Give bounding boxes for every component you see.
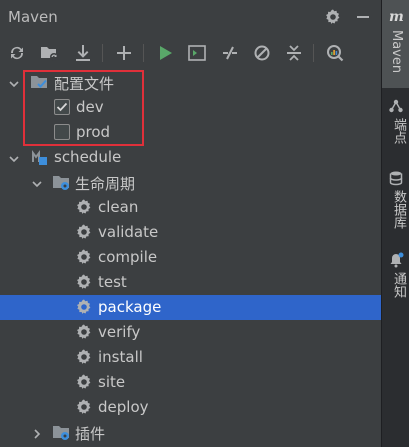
goal-label: clean bbox=[98, 198, 139, 216]
right-tool-window-bar: m Maven 端点 数据库 通知 bbox=[381, 0, 409, 447]
lifecycle-goal-site[interactable]: site bbox=[0, 370, 381, 395]
plugins-folder-icon bbox=[52, 423, 70, 441]
lifecycle-goal-deploy[interactable]: deploy bbox=[0, 395, 381, 420]
maven-panel: Maven 配置文件 dev prod schedule 生命周期 clean … bbox=[0, 0, 381, 447]
gear-icon bbox=[75, 223, 93, 241]
goal-label: validate bbox=[98, 223, 159, 241]
gear-icon[interactable] bbox=[324, 8, 342, 26]
lifecycle-goal-clean[interactable]: clean bbox=[0, 195, 381, 220]
gear-icon bbox=[75, 198, 93, 216]
skip-tests-icon[interactable] bbox=[251, 42, 273, 64]
panel-title: Maven bbox=[8, 8, 58, 26]
execute-goal-icon[interactable] bbox=[186, 42, 208, 64]
svg-text:m: m bbox=[389, 9, 404, 24]
lifecycle-goal-install[interactable]: install bbox=[0, 345, 381, 370]
tool-window-endpoints[interactable]: 端点 bbox=[382, 94, 409, 160]
gear-icon bbox=[75, 273, 93, 291]
tool-window-label-endpoints: 端点 bbox=[391, 118, 406, 144]
tool-window-label-database: 数据库 bbox=[391, 190, 406, 229]
reload-icon[interactable] bbox=[6, 42, 28, 64]
lifecycle-goal-package[interactable]: package bbox=[0, 295, 381, 320]
lifecycle-label: 生命周期 bbox=[75, 175, 136, 193]
gear-icon bbox=[75, 398, 93, 416]
tool-window-notifications[interactable]: 通知 bbox=[382, 248, 409, 304]
goal-label: deploy bbox=[98, 398, 149, 416]
endpoints-icon bbox=[388, 98, 404, 114]
analyze-dependencies-icon[interactable] bbox=[324, 42, 346, 64]
collapse-all-icon[interactable] bbox=[283, 42, 305, 64]
lifecycle-goal-compile[interactable]: compile bbox=[0, 245, 381, 270]
chevron-right-icon[interactable] bbox=[31, 426, 43, 439]
minimize-icon[interactable] bbox=[354, 8, 372, 26]
bell-icon bbox=[388, 252, 404, 268]
lifecycle-goal-verify[interactable]: verify bbox=[0, 320, 381, 345]
goal-label: site bbox=[98, 373, 126, 391]
project-label: schedule bbox=[54, 148, 122, 166]
chevron-down-icon[interactable] bbox=[8, 76, 20, 88]
tool-window-label-notifications: 通知 bbox=[391, 272, 406, 298]
gear-icon bbox=[75, 248, 93, 266]
chevron-down-icon[interactable] bbox=[8, 151, 20, 163]
lifecycle-goal-validate[interactable]: validate bbox=[0, 220, 381, 245]
gear-icon bbox=[75, 348, 93, 366]
gear-icon bbox=[75, 298, 93, 316]
chevron-down-icon[interactable] bbox=[31, 176, 43, 188]
gear-icon bbox=[75, 373, 93, 391]
profiles-highlight-box bbox=[23, 70, 144, 146]
lifecycle-goal-test[interactable]: test bbox=[0, 270, 381, 295]
maven-toolbar bbox=[0, 38, 381, 68]
goal-label: package bbox=[98, 298, 162, 316]
toggle-offline-icon[interactable] bbox=[219, 42, 241, 64]
tree-node-lifecycle[interactable]: 生命周期 bbox=[0, 170, 381, 195]
goal-label: install bbox=[98, 348, 143, 366]
reimport-folder-icon[interactable] bbox=[38, 42, 60, 64]
tree-node-plugins[interactable]: 插件 bbox=[0, 420, 381, 445]
maven-project-icon bbox=[30, 148, 48, 166]
database-icon bbox=[388, 170, 404, 186]
add-icon[interactable] bbox=[113, 42, 135, 64]
goal-label: verify bbox=[98, 323, 141, 341]
panel-header: Maven bbox=[0, 0, 381, 36]
tool-window-label-maven: Maven bbox=[389, 30, 404, 74]
goal-label: compile bbox=[98, 248, 158, 266]
lifecycle-folder-icon bbox=[52, 173, 70, 191]
goal-label: test bbox=[98, 273, 127, 291]
tool-window-database[interactable]: 数据库 bbox=[382, 166, 409, 242]
tool-window-maven[interactable]: m Maven bbox=[382, 0, 409, 88]
plugins-label: 插件 bbox=[75, 425, 106, 443]
gear-icon bbox=[75, 323, 93, 341]
download-icon[interactable] bbox=[72, 42, 94, 64]
tree-node-project[interactable]: schedule bbox=[0, 145, 381, 170]
maven-m-icon: m bbox=[388, 8, 404, 25]
run-icon[interactable] bbox=[154, 42, 176, 64]
